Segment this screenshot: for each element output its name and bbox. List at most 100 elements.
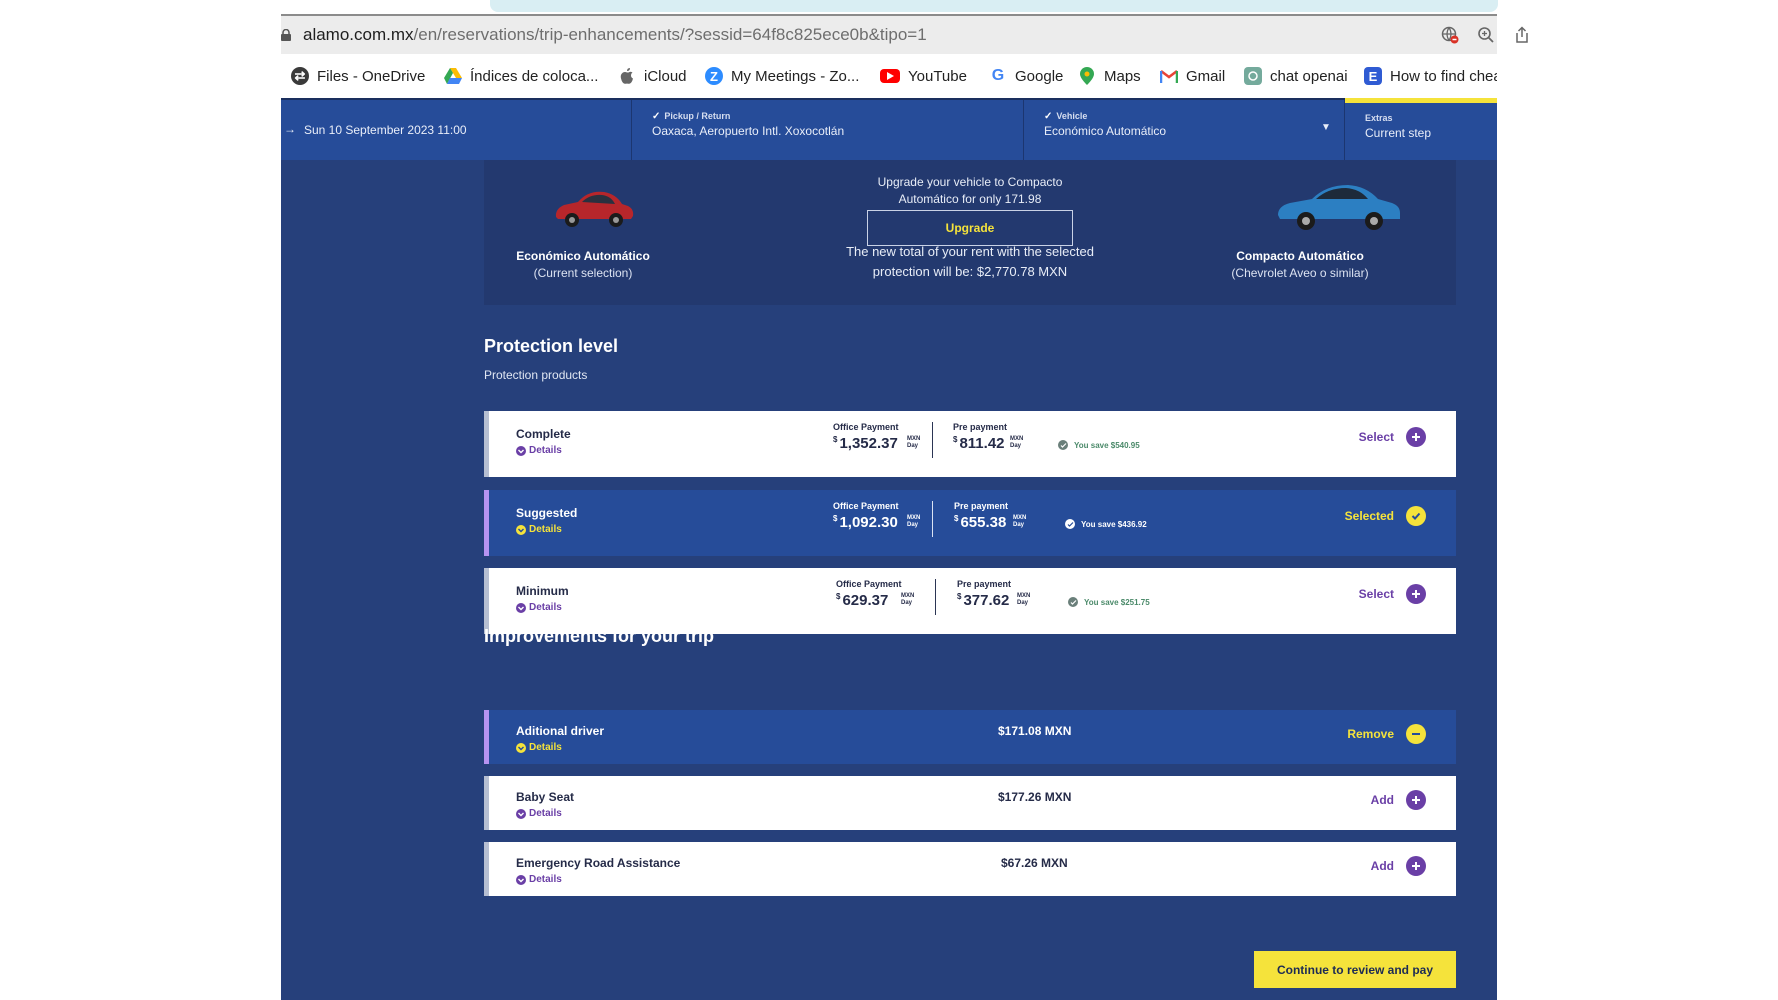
select-button[interactable]: Select <box>1359 584 1426 604</box>
office-payment-value: 629.37 <box>842 592 889 609</box>
unit-period: Day <box>901 600 913 606</box>
bookmark-how-to-find[interactable]: E How to find chea <box>1364 65 1497 87</box>
plus-icon <box>1406 427 1426 447</box>
e-icon: E <box>1364 67 1382 85</box>
extra-option-road-assistance[interactable]: Emergency Road Assistance Details $67.26… <box>484 842 1456 896</box>
details-label: Details <box>529 445 562 456</box>
office-payment-amount: $1,092.30 <box>833 514 898 531</box>
selected-indicator[interactable]: Selected <box>1345 506 1426 526</box>
payment-divider <box>932 422 933 458</box>
translate-blocked-icon[interactable] <box>1441 26 1459 44</box>
lock-icon <box>281 28 291 41</box>
unit-currency: MXN <box>1013 515 1027 521</box>
bookmark-gmail[interactable]: Gmail <box>1160 65 1225 87</box>
continue-to-review-button[interactable]: Continue to review and pay <box>1254 951 1456 988</box>
add-button[interactable]: Add <box>1371 856 1426 876</box>
currency-symbol: $ <box>957 592 962 601</box>
zoom-icon: Z <box>705 67 723 85</box>
pre-payment-amount: $377.62 <box>957 592 1009 609</box>
address-bar[interactable]: alamo.com.mx/en/reservations/trip-enhanc… <box>281 16 1528 54</box>
bookmark-label: Maps <box>1104 67 1141 85</box>
add-button[interactable]: Add <box>1371 790 1426 810</box>
zoom-icon[interactable] <box>1477 26 1495 44</box>
extra-name: Aditional driver <box>516 724 605 738</box>
select-button[interactable]: Select <box>1359 427 1426 447</box>
step-date[interactable]: → Sun 10 September 2023 11:00 <box>281 100 632 162</box>
extra-price: $67.26 MXN <box>1001 856 1068 870</box>
protection-option-suggested[interactable]: Suggested Details Office Payment $1,092.… <box>484 490 1456 556</box>
price-unit: MXN Day <box>1010 436 1023 450</box>
current-car-name: Económico Automático <box>516 249 650 263</box>
plus-icon <box>1406 790 1426 810</box>
share-icon[interactable] <box>1513 26 1531 44</box>
protection-name: Suggested <box>516 506 578 520</box>
unit-period: Day <box>1013 522 1025 528</box>
details-link[interactable]: Details <box>516 524 562 535</box>
gmail-icon <box>1160 67 1178 85</box>
bookmark-chat-openai[interactable]: chat openai <box>1244 65 1348 87</box>
bookmark-label: Gmail <box>1186 67 1226 85</box>
maps-icon <box>1078 67 1096 85</box>
details-link[interactable]: Details <box>516 602 562 613</box>
onedrive-icon: ⇄ <box>291 67 309 85</box>
plus-icon <box>1406 856 1426 876</box>
currency-symbol: $ <box>954 514 959 523</box>
reservation-steps: → Sun 10 September 2023 11:00 ✓ Pickup / … <box>281 98 1497 162</box>
arrow-right-icon: → <box>284 122 296 136</box>
details-label: Details <box>529 524 562 535</box>
upgrade-button[interactable]: Upgrade <box>867 210 1073 246</box>
action-label: Select <box>1358 430 1394 444</box>
bookmark-google[interactable]: G Google <box>989 65 1064 87</box>
details-link[interactable]: Details <box>516 445 562 456</box>
bookmark-maps[interactable]: Maps <box>1078 65 1141 87</box>
upgrade-car-subtitle: (Chevrolet Aveo o similar) <box>1231 266 1369 280</box>
caret-down-icon[interactable]: ▼ <box>1321 122 1331 133</box>
bookmark-onedrive[interactable]: ⇄ Files - OneDrive <box>291 65 425 87</box>
pre-payment-amount: $811.42 <box>953 435 1005 452</box>
protection-title: Protection level <box>484 336 619 356</box>
pre-payment-value: 811.42 <box>959 435 1005 452</box>
savings-icon <box>1068 597 1078 607</box>
extra-option-additional-driver[interactable]: Aditional driver Details $171.08 MXN Rem… <box>484 710 1456 764</box>
step-vehicle-label: Vehicle <box>1056 111 1088 121</box>
protection-option-minimum[interactable]: Minimum Details Office Payment $629.37 M… <box>484 568 1456 634</box>
details-link[interactable]: Details <box>516 742 562 753</box>
extra-name: Emergency Road Assistance <box>516 856 681 870</box>
savings-note: You save $436.92 <box>1065 519 1147 529</box>
savings-text: You save $251.75 <box>1084 597 1150 607</box>
google-drive-icon <box>444 67 462 85</box>
step-date-value: Sun 10 September 2023 11:00 <box>304 123 467 137</box>
url-text[interactable]: alamo.com.mx/en/reservations/trip-enhanc… <box>303 25 927 45</box>
apple-icon <box>618 67 636 85</box>
bookmark-youtube[interactable]: YouTube <box>880 65 967 87</box>
savings-note: You save $540.95 <box>1058 440 1140 450</box>
screenshot-root: alamo.com.mx/en/reservations/trip-enhanc… <box>0 0 1778 1000</box>
protection-option-complete[interactable]: Complete Details Office Payment $1,352.3… <box>484 411 1456 477</box>
step-pickup[interactable]: ✓ Pickup / Return Oaxaca, Aeropuerto Intl… <box>632 100 1024 162</box>
bookmark-indices[interactable]: Índices de coloca... <box>444 65 598 87</box>
bookmark-zoom[interactable]: Z My Meetings - Zo... <box>705 65 859 87</box>
upgrade-car-name: Compacto Automático <box>1236 249 1364 263</box>
pre-payment-label: Pre payment <box>953 422 1008 432</box>
check-icon: ✓ <box>1044 111 1053 122</box>
bookmark-icloud[interactable]: iCloud <box>618 65 687 87</box>
details-link[interactable]: Details <box>516 874 562 885</box>
pre-payment-label: Pre payment <box>957 579 1012 589</box>
currency-symbol: $ <box>953 435 958 444</box>
upgrade-offer-panel: Económico Automático (Current selection)… <box>484 160 1456 305</box>
unit-currency: MXN <box>1017 593 1031 599</box>
upgrade-offer-line1: Upgrade your vehicle to Compacto <box>877 175 1063 189</box>
savings-text: You save $540.95 <box>1074 440 1140 450</box>
plus-icon <box>1406 584 1426 604</box>
reservation-page: → Sun 10 September 2023 11:00 ✓ Pickup / … <box>281 98 1497 1000</box>
extra-option-baby-seat[interactable]: Baby Seat Details $177.26 MXN Add <box>484 776 1456 830</box>
chevron-down-icon <box>516 524 526 535</box>
details-link[interactable]: Details <box>516 808 562 819</box>
extra-price: $177.26 MXN <box>998 790 1072 804</box>
unit-period: Day <box>1010 443 1022 449</box>
step-vehicle[interactable]: ✓ Vehicle Económico Automático ▼ <box>1024 100 1345 162</box>
url-domain: alamo.com.mx <box>303 25 414 44</box>
remove-button[interactable]: Remove <box>1347 724 1426 744</box>
improvements-title: Improvements for your trip <box>484 626 715 646</box>
unit-period: Day <box>907 443 919 449</box>
